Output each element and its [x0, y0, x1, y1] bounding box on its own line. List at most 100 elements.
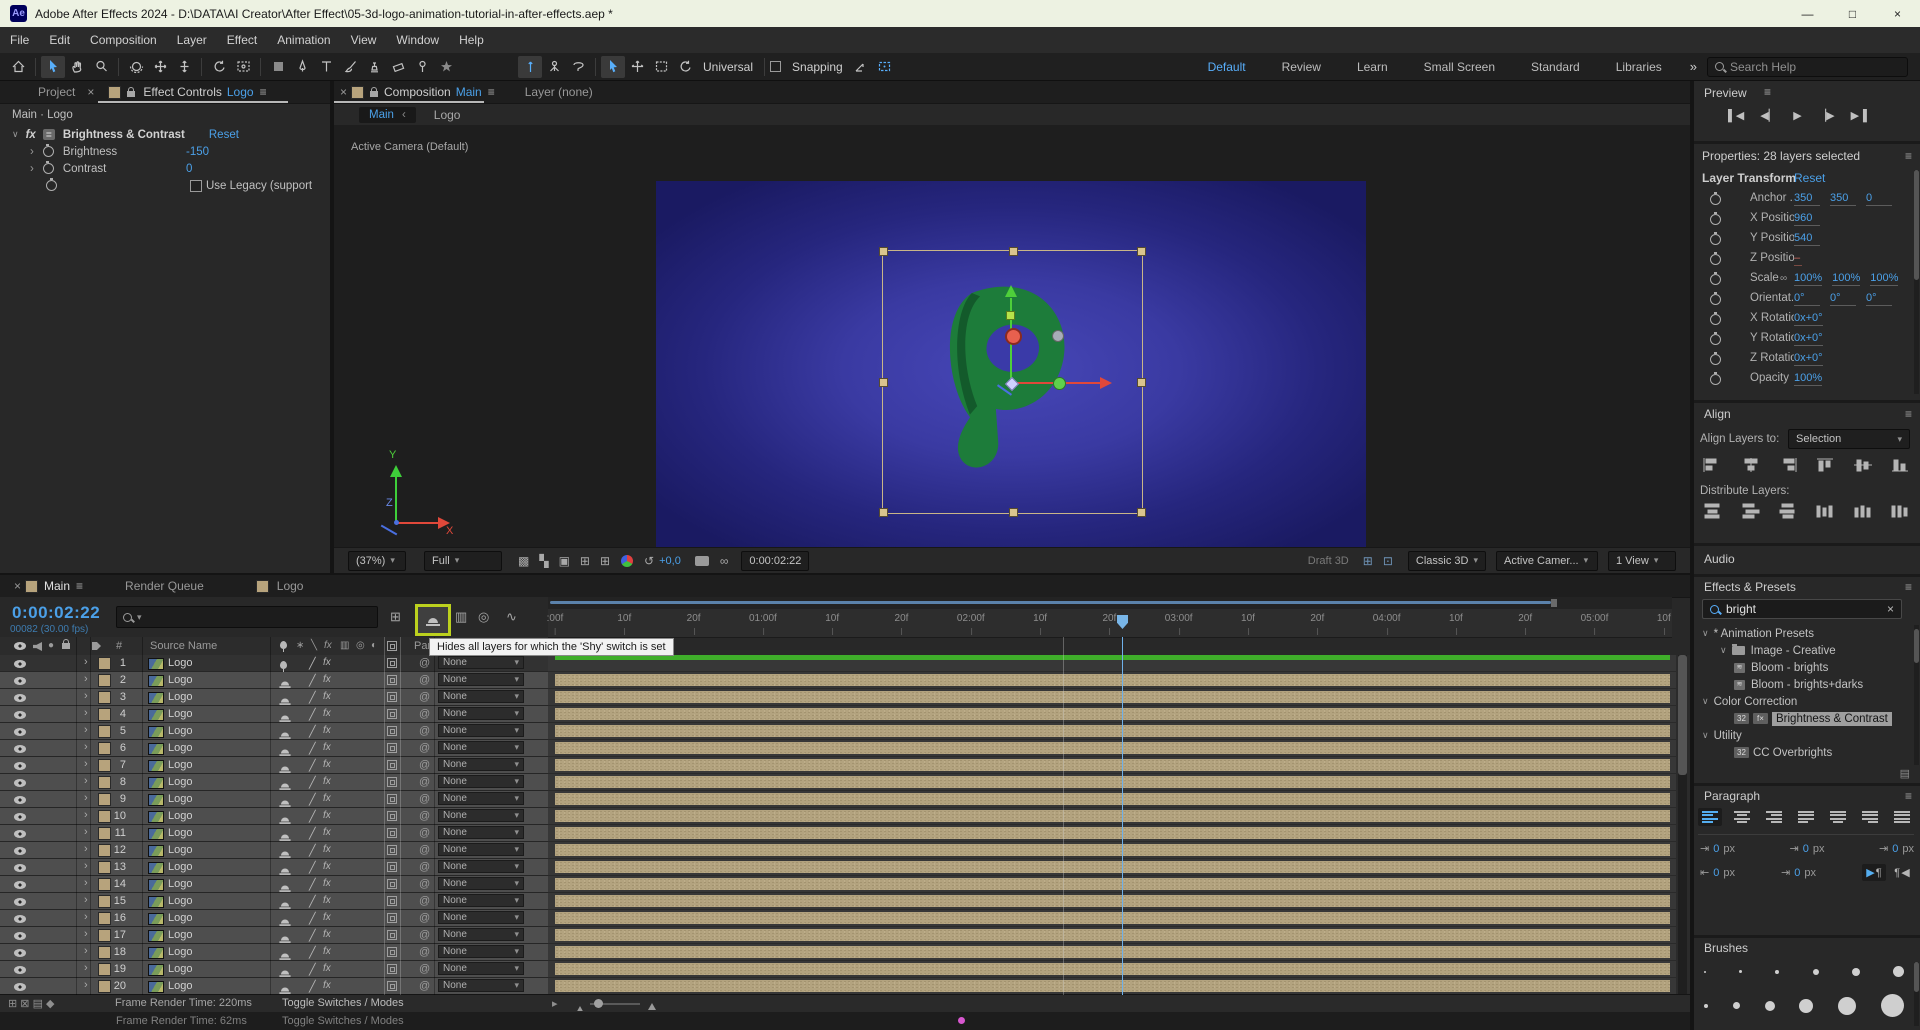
layer-duration-bar[interactable] — [555, 691, 1670, 703]
layer-quality-switch[interactable]: ╱ — [309, 861, 316, 874]
layer-row[interactable]: › 5 Logo ╱ fx @ None▾ — [0, 723, 1690, 740]
brush-size-swatch[interactable] — [1704, 1004, 1708, 1008]
layer-name[interactable]: Logo — [168, 844, 192, 856]
brush-tool[interactable] — [338, 56, 362, 78]
ground-plane-icon[interactable]: ⊞ — [1363, 554, 1373, 568]
exposure-value[interactable]: +0,0 — [659, 555, 681, 567]
justify-all-button[interactable] — [1890, 808, 1914, 826]
bbox-handle[interactable] — [1009, 247, 1018, 256]
layer-quality-switch[interactable]: ╱ — [309, 827, 316, 840]
video-column-icon[interactable] — [14, 642, 26, 653]
layer-fx-switch[interactable]: fx — [323, 895, 331, 906]
layer-duration-bar[interactable] — [555, 674, 1670, 686]
audio-column-icon[interactable] — [33, 642, 42, 654]
layer-twirl-icon[interactable]: › — [84, 843, 88, 855]
draft-3d-toggle[interactable]: Draft 3D — [1308, 555, 1349, 567]
selection-tool[interactable] — [41, 56, 65, 78]
property-value[interactable]: 0 — [186, 163, 192, 175]
layer-quality-switch[interactable]: ╱ — [309, 963, 316, 976]
value-field[interactable]: 0 — [1866, 192, 1892, 206]
layer-name[interactable]: Logo — [168, 929, 192, 941]
hide-shy-layers-button[interactable] — [415, 604, 451, 636]
brush-size-swatch[interactable] — [1893, 966, 1904, 977]
playback-button[interactable]: ▕▶ — [1818, 109, 1835, 122]
panel-menu-icon[interactable]: ≡ — [482, 85, 501, 99]
layer-3d-switch[interactable] — [387, 692, 397, 705]
parent-pickwhip-icon[interactable]: @ — [419, 793, 430, 805]
stopwatch-icon[interactable] — [1710, 234, 1721, 245]
value-field[interactable]: 100% — [1832, 272, 1860, 286]
brush-size-swatch[interactable] — [1838, 997, 1856, 1015]
layer-twirl-icon[interactable]: › — [84, 792, 88, 804]
layer-3d-switch[interactable] — [387, 794, 397, 807]
layer-row[interactable]: › 17 Logo ╱ fx @ None▾ — [0, 927, 1690, 944]
align-bottom-button[interactable] — [1890, 457, 1912, 473]
stopwatch-icon[interactable] — [46, 180, 57, 191]
panel-menu-icon[interactable]: ≡ — [1758, 85, 1777, 99]
adjustment-column-icon[interactable]: ◐ — [371, 640, 377, 651]
panel-menu-icon[interactable]: ≡ — [70, 579, 89, 593]
timeline-zoom-handle[interactable] — [594, 999, 603, 1008]
value-field[interactable]: 960 — [1794, 212, 1820, 226]
stopwatch-icon[interactable] — [1710, 334, 1721, 345]
layer-visibility-eye-icon[interactable] — [14, 710, 26, 722]
brush-size-swatch[interactable] — [1881, 994, 1904, 1017]
layer-fx-switch[interactable]: fx — [323, 674, 331, 685]
menu-item[interactable]: Effect — [217, 33, 267, 47]
gizmo-rotate-icon[interactable] — [673, 56, 697, 78]
layer-twirl-icon[interactable]: › — [84, 758, 88, 770]
layer-fx-switch[interactable]: fx — [323, 861, 331, 872]
layer-fx-switch[interactable]: fx — [323, 810, 331, 821]
layer-fx-switch[interactable]: fx — [323, 946, 331, 957]
brush-size-swatch[interactable] — [1739, 970, 1742, 973]
layer-3d-switch[interactable] — [387, 845, 397, 858]
layer-row[interactable]: › 9 Logo ╱ fx @ None▾ — [0, 791, 1690, 808]
bbox-handle[interactable] — [1137, 508, 1146, 517]
scrollbar[interactable] — [1914, 625, 1919, 765]
layer-3d-switch[interactable] — [387, 777, 397, 790]
effect-property-row[interactable]: › Contrast 0 — [0, 160, 330, 177]
layer-twirl-icon[interactable]: › — [84, 775, 88, 787]
layer-shy-switch[interactable] — [280, 728, 290, 740]
rotate-tool[interactable] — [207, 56, 231, 78]
layer-duration-bar[interactable] — [555, 912, 1670, 924]
gizmo-scale-icon[interactable] — [649, 56, 673, 78]
layer-duration-bar[interactable] — [555, 946, 1670, 958]
parent-dropdown[interactable]: None▾ — [438, 979, 524, 992]
layer-3d-switch[interactable] — [387, 964, 397, 977]
align-v-center-button[interactable] — [1852, 457, 1874, 473]
layer-twirl-icon[interactable]: › — [84, 911, 88, 923]
transform-reset-link[interactable]: Reset — [1794, 171, 1825, 185]
label-column-icon[interactable] — [92, 642, 101, 653]
layer-visibility-eye-icon[interactable] — [14, 880, 26, 892]
layer-name[interactable]: Logo — [168, 878, 192, 890]
distribute-left-button[interactable] — [1815, 503, 1837, 519]
renderer-dropdown[interactable]: Classic 3D▾ — [1408, 551, 1486, 571]
playback-button[interactable]: ▌◀ — [1728, 109, 1744, 122]
effects-tree-item[interactable]: ∨ ≋ 32 f× Bloom - brights+darks — [1694, 676, 1920, 693]
tab-effect-controls[interactable]: Effect Controls — [143, 85, 221, 99]
layer-duration-bar[interactable] — [555, 759, 1670, 771]
effect-header-row[interactable]: ∨ fx ≣ Brightness & Contrast Reset — [0, 126, 330, 143]
layer-twirl-icon[interactable]: › — [84, 979, 88, 991]
align-left-button[interactable] — [1702, 457, 1724, 473]
toggle-icons-cluster[interactable]: ⊞ ⊠ ▤ ◆ — [8, 997, 55, 1010]
layer-duration-bar[interactable] — [555, 980, 1670, 992]
layer-fx-switch[interactable]: fx — [323, 963, 331, 974]
twirl-down-icon[interactable]: ∨ — [12, 129, 19, 140]
home-icon[interactable] — [6, 56, 30, 78]
twirl-right-icon[interactable]: › — [30, 146, 34, 158]
indent-left-field[interactable]: ⇥0px — [1700, 842, 1735, 855]
layer-shy-switch[interactable] — [280, 711, 290, 723]
layer-visibility-eye-icon[interactable] — [14, 982, 26, 994]
snapping-checkbox[interactable] — [770, 61, 781, 72]
layer-duration-bar[interactable] — [555, 895, 1670, 907]
layer-3d-switch[interactable] — [387, 675, 397, 688]
parent-pickwhip-icon[interactable]: @ — [419, 725, 430, 737]
align-text-left-button[interactable] — [1698, 808, 1722, 826]
tab-timeline-main[interactable]: Main — [44, 579, 70, 593]
layer-visibility-eye-icon[interactable] — [14, 897, 26, 909]
layer-shy-switch[interactable] — [280, 813, 290, 825]
tab-effect-controls-target[interactable]: Logo — [227, 85, 254, 99]
layer-name[interactable]: Logo — [168, 895, 192, 907]
